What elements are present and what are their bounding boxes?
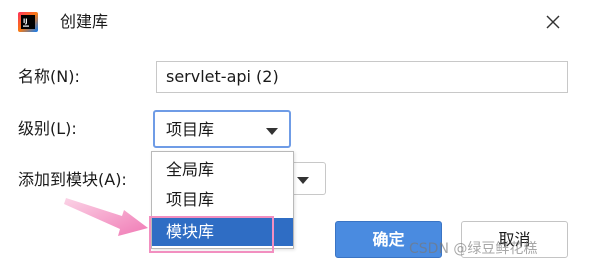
chevron-down-icon xyxy=(266,128,278,135)
module-label: 添加到模块(A): xyxy=(18,170,127,189)
level-label: 级别(L): xyxy=(18,119,77,138)
level-select[interactable]: 项目库 xyxy=(153,110,291,148)
annotation-arrow-icon xyxy=(64,198,148,236)
annotation-highlight-box xyxy=(149,216,274,253)
chevron-down-icon xyxy=(297,177,309,184)
dropdown-item-global[interactable]: 全局库 xyxy=(152,156,293,184)
create-library-dialog: IJ 创建库 名称(N): servlet-api (2) 级别(L): 项目库… xyxy=(0,0,590,271)
name-label: 名称(N): xyxy=(18,67,80,86)
name-input[interactable]: servlet-api (2) xyxy=(156,61,568,93)
close-icon[interactable] xyxy=(542,11,564,33)
level-select-value: 项目库 xyxy=(166,120,215,139)
svg-text:IJ: IJ xyxy=(23,18,27,25)
watermark: CSDN @绿豆鲜花糕 xyxy=(409,241,538,257)
intellij-idea-icon: IJ xyxy=(18,12,38,32)
dropdown-item-project[interactable]: 项目库 xyxy=(152,186,293,214)
dialog-title: 创建库 xyxy=(60,12,109,31)
